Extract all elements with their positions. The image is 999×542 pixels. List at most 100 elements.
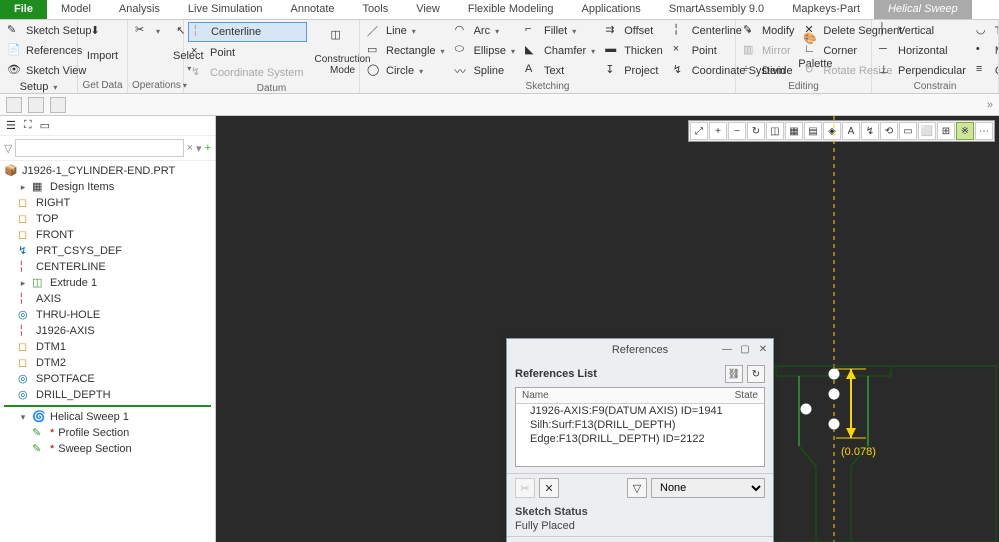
circle-button[interactable]: ◯Circle <box>364 62 448 80</box>
tree-root[interactable]: 📦J1926-1_CYLINDER-END.PRT <box>0 163 215 179</box>
tree-j1926-axis[interactable]: ╎J1926-AXIS <box>0 323 215 339</box>
tree-top[interactable]: ◻TOP <box>0 211 215 227</box>
coincident-button[interactable]: ≡Coinci <box>973 62 999 80</box>
datum-coord-button[interactable]: ↯Coordinate System <box>188 64 307 82</box>
tree-front[interactable]: ◻FRONT <box>0 227 215 243</box>
tab-model[interactable]: Model <box>47 0 105 19</box>
tab-analysis[interactable]: Analysis <box>105 0 174 19</box>
tree-filter-input[interactable] <box>15 139 183 157</box>
tb-2[interactable] <box>28 97 44 113</box>
project-button[interactable]: ↧Project <box>602 62 666 80</box>
filter-clear-icon[interactable]: × <box>187 142 193 154</box>
sketch-status-value: Fully Placed <box>515 518 765 532</box>
tree-extrude[interactable]: ▸◫Extrude 1 <box>0 275 215 291</box>
datum-centerline-button[interactable]: ╎Centerline <box>188 22 307 42</box>
ribbon: ✎Sketch Setup 📄References 👁Sketch View S… <box>0 20 999 94</box>
tree-right[interactable]: ◻RIGHT <box>0 195 215 211</box>
sketch-view-icon: 👁 <box>7 63 23 79</box>
rectangle-icon: ▭ <box>367 43 383 59</box>
dialog-titlebar[interactable]: References — ▢ ✕ <box>507 339 773 361</box>
offset-button[interactable]: ⇉Offset <box>602 22 666 40</box>
tree-csys[interactable]: ↯PRT_CSYS_DEF <box>0 243 215 259</box>
line-button[interactable]: ／Line <box>364 22 448 40</box>
tree-spotface[interactable]: ◎SPOTFACE <box>0 371 215 387</box>
tree-profile-section[interactable]: ✎*Profile Section <box>0 425 215 441</box>
mirror-button[interactable]: ▥Mirror <box>740 42 797 60</box>
ref-filter-button[interactable]: ▽ <box>627 478 647 498</box>
dialog-title-text: References <box>612 344 668 356</box>
csys-icon: ↯ <box>18 244 32 258</box>
rectangle-button[interactable]: ▭Rectangle <box>364 42 448 60</box>
ref-section-button[interactable]: ✂ <box>515 478 535 498</box>
tab-flexible-modeling[interactable]: Flexible Modeling <box>454 0 568 19</box>
modify-button[interactable]: ✎Modify <box>740 22 797 40</box>
fillet-button[interactable]: ⌐Fillet <box>522 22 598 40</box>
ref-row-0[interactable]: J1926-AXIS:F9(DATUM AXIS) ID=1941 <box>516 404 764 418</box>
cut-paste-split[interactable]: ✂ <box>132 22 163 40</box>
tab-helical-sweep[interactable]: Helical Sweep <box>874 0 972 19</box>
tab-view[interactable]: View <box>402 0 454 19</box>
spline-button[interactable]: 〰Spline <box>452 62 518 80</box>
tab-tools[interactable]: Tools <box>349 0 403 19</box>
dimension-label[interactable]: (0.078) <box>841 446 876 458</box>
tab-file[interactable]: File <box>0 0 47 19</box>
vertical-button[interactable]: │Vertical <box>876 22 969 40</box>
text-button[interactable]: AText <box>522 62 598 80</box>
tab-applications[interactable]: Applications <box>567 0 654 19</box>
hole-icon: ◎ <box>18 388 32 402</box>
tree-thru-hole[interactable]: ◎THRU-HOLE <box>0 307 215 323</box>
ref-filter-select[interactable]: None <box>651 478 765 498</box>
tree-dtm2[interactable]: ◻DTM2 <box>0 355 215 371</box>
ref-chain-button[interactable]: ⛓ <box>725 365 743 383</box>
tree-axis[interactable]: ╎AXIS <box>0 291 215 307</box>
tree-tab-icon[interactable]: ☰ <box>6 119 16 132</box>
arc-button[interactable]: ◠Arc <box>452 22 518 40</box>
horizontal-button[interactable]: ─Horizontal <box>876 42 969 60</box>
tab-annotate[interactable]: Annotate <box>276 0 348 19</box>
tb-3[interactable] <box>50 97 66 113</box>
midpoint-button[interactable]: •Mid-po <box>973 42 999 60</box>
dialog-close-x-button[interactable]: ✕ <box>755 341 771 357</box>
tree-dtm1[interactable]: ◻DTM1 <box>0 339 215 355</box>
filter-add-icon[interactable]: + <box>205 142 211 154</box>
import-button[interactable]: ⬇ Import <box>82 22 123 64</box>
filter-icon[interactable]: ▽ <box>4 142 12 155</box>
tab-mapkeys-part[interactable]: Mapkeys-Part <box>778 0 874 19</box>
ref-loop-button[interactable]: ↻ <box>747 365 765 383</box>
tangent-button[interactable]: ◡Tangen <box>973 22 999 40</box>
tab-live-simulation[interactable]: Live Simulation <box>174 0 277 19</box>
references-list[interactable]: Name State J1926-AXIS:F9(DATUM AXIS) ID=… <box>515 387 765 467</box>
tree-sweep-section[interactable]: ✎*Sweep Section <box>0 441 215 457</box>
horizontal-icon: ─ <box>879 43 895 59</box>
ref-row-1[interactable]: Silh:Surf:F13(DRILL_DEPTH) <box>516 418 764 432</box>
ref-row-2[interactable]: Edge:F13(DRILL_DEPTH) ID=2122 <box>516 432 764 446</box>
operations-group-title[interactable]: Operations <box>132 79 179 91</box>
tree-insert-marker[interactable] <box>4 405 211 407</box>
tree-drill-depth[interactable]: ◎DRILL_DEPTH <box>0 387 215 403</box>
tree-tab-icon2[interactable]: ⛶ <box>24 119 32 132</box>
ref-delete-button[interactable]: ✕ <box>539 478 559 498</box>
ellipse-button[interactable]: ⬭Ellipse <box>452 42 518 60</box>
tb-1[interactable] <box>6 97 22 113</box>
offset-icon: ⇉ <box>605 23 621 39</box>
chamfer-button[interactable]: ◣Chamfer <box>522 42 598 60</box>
thicken-button[interactable]: ▬Thicken <box>602 42 666 60</box>
arc-icon: ◠ <box>455 23 471 39</box>
tab-smartassembly[interactable]: SmartAssembly 9.0 <box>655 0 778 19</box>
project-icon: ↧ <box>605 63 621 79</box>
tree-centerline[interactable]: ╎CENTERLINE <box>0 259 215 275</box>
datum-point-button[interactable]: ×Point <box>188 44 307 62</box>
tree-tab-icon3[interactable]: ▭ <box>40 119 50 132</box>
filter-options-icon[interactable]: ▾ <box>196 142 202 155</box>
dialog-maximize-button[interactable]: ▢ <box>737 341 753 357</box>
divide-button[interactable]: ÷Divide <box>740 62 797 80</box>
datum-plane-icon: ◻ <box>18 356 32 370</box>
coincident-icon: ≡ <box>976 63 992 79</box>
setup-dropdown[interactable]: Setup <box>4 80 73 94</box>
tree-helical-sweep[interactable]: ▾🌀Helical Sweep 1 <box>0 409 215 425</box>
graphics-canvas[interactable]: ⤢ + − ↻ ◫ ▦ ▤ ◈ A ↯ ⟲ ▭ ⬜ ⊞ ※ ⋯ <box>216 116 999 542</box>
point2-icon: × <box>673 43 689 59</box>
perpendicular-button[interactable]: ⊥Perpendicular <box>876 62 969 80</box>
dialog-minimize-button[interactable]: — <box>719 341 735 357</box>
tree-design-items[interactable]: ▸▦Design Items <box>0 179 215 195</box>
